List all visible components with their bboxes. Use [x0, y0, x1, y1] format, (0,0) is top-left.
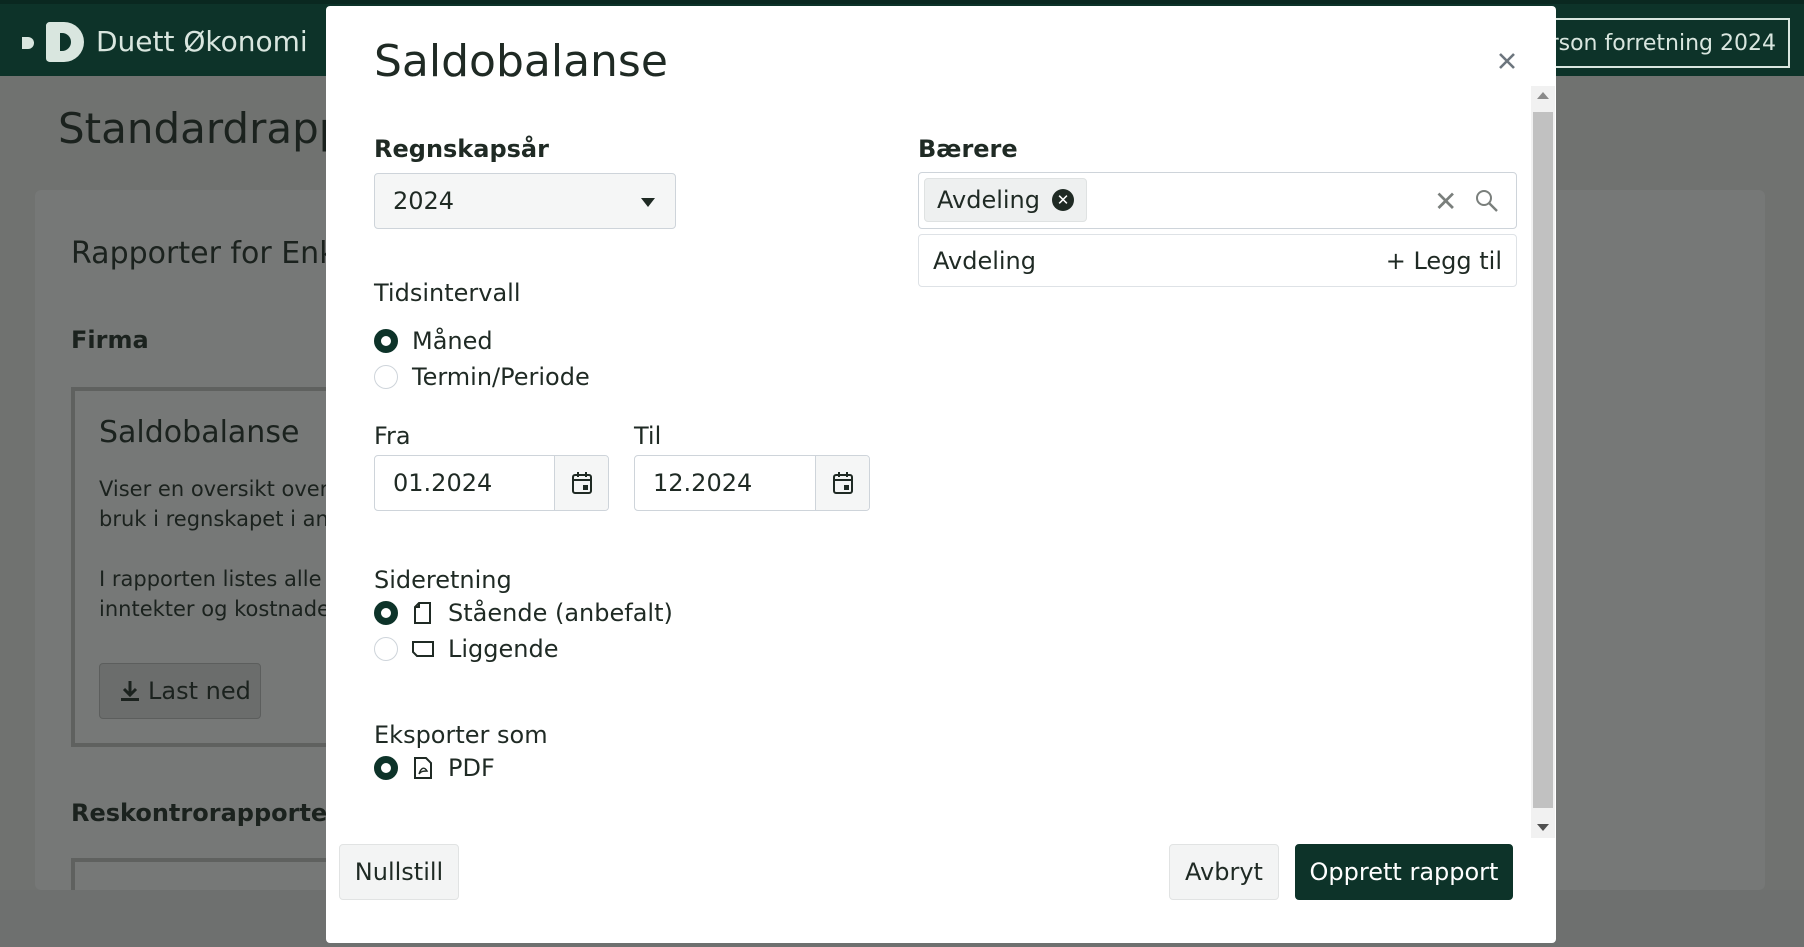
report-card-title: Saldobalanse: [99, 415, 300, 450]
orientation-option-label: Liggende: [448, 635, 559, 663]
from-label: Fra: [374, 422, 411, 450]
carrier-tag-label: Avdeling: [937, 186, 1040, 214]
modal-title: Saldobalanse: [374, 36, 668, 87]
carrier-option-row[interactable]: Avdeling + Legg til: [918, 234, 1517, 287]
landscape-page-icon: [412, 641, 434, 657]
orientation-option-portrait[interactable]: Stående (anbefalt): [374, 599, 673, 627]
page-title: Standardrapp: [58, 104, 346, 153]
firma-heading: Firma: [71, 326, 149, 354]
export-label: Eksporter som: [374, 721, 548, 749]
clear-icon[interactable]: ✕: [1434, 185, 1457, 218]
company-selector-button[interactable]: person forretning 2024: [1520, 18, 1790, 68]
pdf-file-icon: [414, 757, 432, 779]
carrier-tag: Avdeling ✕: [924, 178, 1087, 222]
interval-option-period[interactable]: Termin/Periode: [374, 363, 590, 391]
add-carrier-button[interactable]: + Legg til: [1386, 247, 1502, 275]
interval-option-month[interactable]: Måned: [374, 327, 493, 355]
orientation-option-label: Stående (anbefalt): [448, 599, 673, 627]
orientation-label: Sideretning: [374, 566, 512, 594]
calendar-icon[interactable]: [554, 456, 608, 510]
reskontro-heading: Reskontrorapporter: [71, 799, 340, 827]
duett-logo-icon[interactable]: [46, 22, 84, 62]
radio-checked[interactable]: [374, 756, 398, 780]
export-option-pdf[interactable]: PDF: [374, 754, 495, 782]
caret-down-icon: [641, 198, 655, 207]
interval-option-label: Måned: [412, 327, 493, 355]
logo-dot-icon: [22, 37, 34, 49]
app-title[interactable]: Duett Økonomi: [96, 25, 308, 58]
scroll-up-arrow-icon[interactable]: [1537, 92, 1549, 99]
carriers-label: Bærere: [918, 135, 1018, 163]
create-report-button[interactable]: Opprett rapport: [1295, 844, 1513, 900]
radio-unchecked[interactable]: [374, 365, 398, 389]
calendar-icon[interactable]: [815, 456, 869, 510]
reports-section-title: Rapporter for Enke: [71, 236, 354, 271]
search-icon[interactable]: [1475, 189, 1499, 213]
fiscal-year-select[interactable]: 2024: [374, 173, 676, 229]
reset-button[interactable]: Nullstill: [339, 844, 459, 900]
to-date-input[interactable]: 12.2024: [634, 455, 870, 511]
close-icon[interactable]: [1492, 46, 1522, 76]
portrait-page-icon: [414, 602, 431, 624]
scroll-down-arrow-icon[interactable]: [1537, 824, 1549, 831]
export-option-label: PDF: [448, 754, 495, 782]
download-button[interactable]: Last ned: [99, 663, 261, 719]
cancel-button[interactable]: Avbryt: [1169, 844, 1279, 900]
download-label: Last ned: [148, 677, 251, 705]
interval-option-label: Termin/Periode: [412, 363, 590, 391]
carriers-multiselect[interactable]: Avdeling ✕ ✕: [918, 172, 1517, 229]
report-card-description: Viser en oversikt over s bruk i regnskap…: [99, 477, 339, 621]
remove-tag-icon[interactable]: ✕: [1052, 189, 1074, 211]
saldobalanse-modal: Saldobalanse Regnskapsår 2024 Tidsinterv…: [326, 6, 1556, 943]
modal-scrollbar[interactable]: [1531, 86, 1555, 838]
fiscal-year-label: Regnskapsår: [374, 135, 549, 163]
to-label: Til: [634, 422, 662, 450]
fiscal-year-value: 2024: [393, 187, 455, 215]
orientation-option-landscape[interactable]: Liggende: [374, 635, 558, 663]
to-date-value[interactable]: 12.2024: [635, 456, 815, 510]
scroll-thumb[interactable]: [1533, 112, 1553, 808]
carrier-option-name: Avdeling: [933, 246, 1036, 275]
radio-unchecked[interactable]: [374, 637, 398, 661]
from-date-value[interactable]: 01.2024: [375, 456, 554, 510]
interval-label: Tidsintervall: [374, 279, 521, 307]
download-icon: [121, 681, 139, 701]
radio-checked[interactable]: [374, 601, 398, 625]
from-date-input[interactable]: 01.2024: [374, 455, 609, 511]
radio-checked[interactable]: [374, 329, 398, 353]
